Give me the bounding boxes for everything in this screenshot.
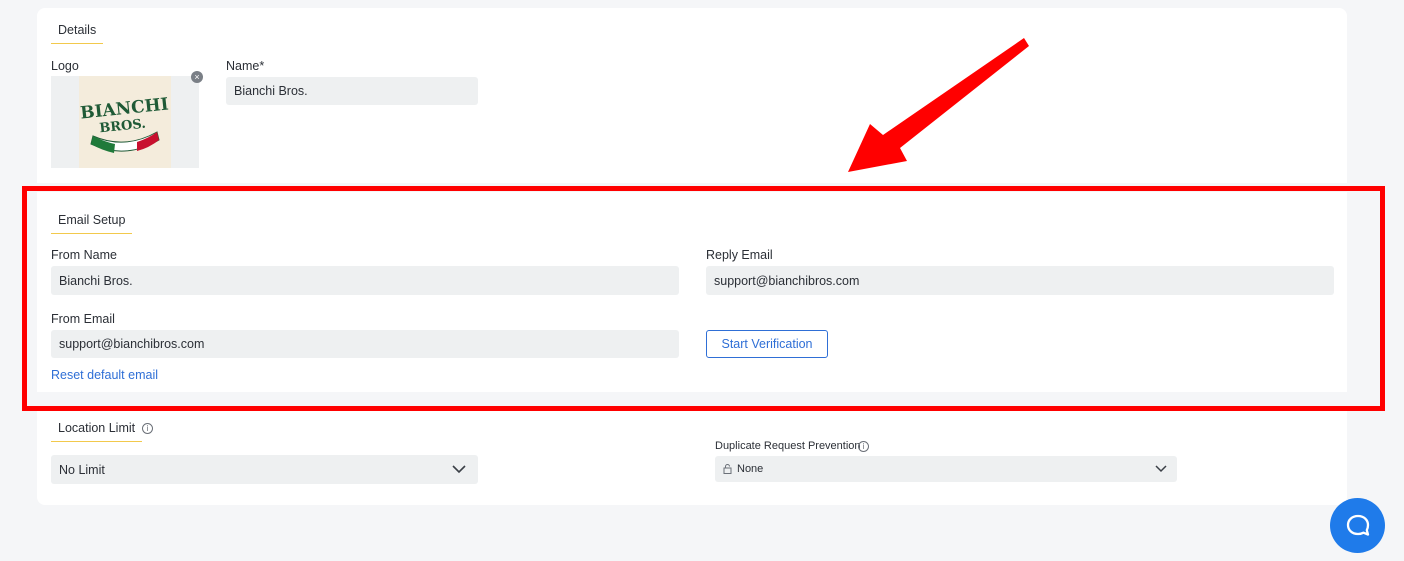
chat-launcher-button[interactable] <box>1330 498 1385 553</box>
annotation-arrow-icon <box>848 38 1029 172</box>
chat-bubble-icon <box>1346 514 1369 536</box>
